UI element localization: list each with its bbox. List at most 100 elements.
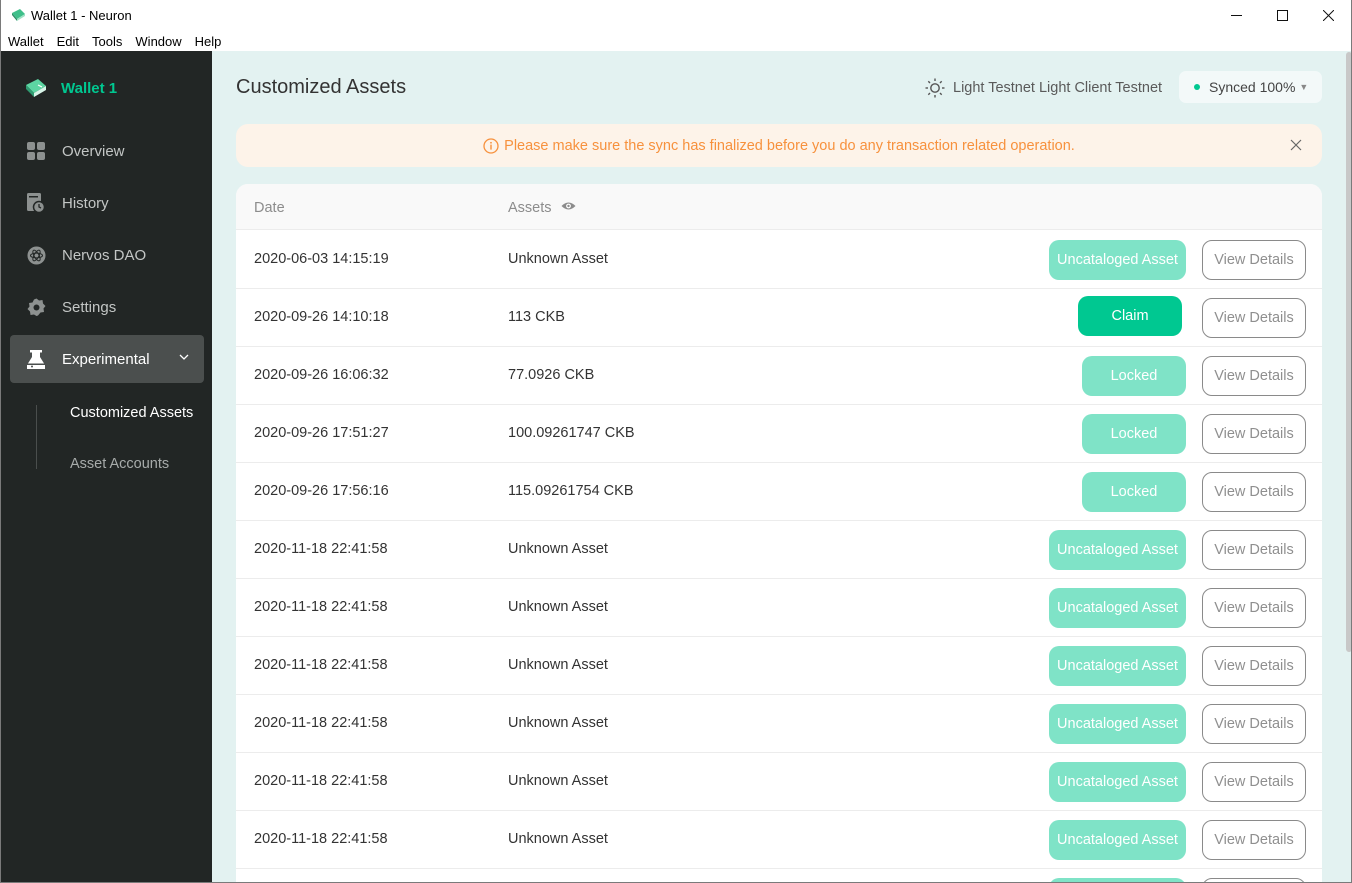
table-row: 2020-11-18 22:41:58 Unknown Asset Uncatalo… bbox=[236, 695, 1322, 753]
sidebar-subitem-asset-accounts[interactable]: Asset Accounts bbox=[70, 456, 169, 472]
cell-asset: Unknown Asset bbox=[508, 715, 608, 731]
cell-asset: Unknown Asset bbox=[508, 831, 608, 847]
sidebar-item-label: Settings bbox=[62, 298, 117, 316]
uncataloged-asset-button[interactable]: Uncataloged Asset bbox=[1049, 762, 1186, 802]
cell-asset: 113 CKB bbox=[508, 309, 565, 325]
chevron-down-icon bbox=[179, 354, 189, 360]
page-title: Customized Assets bbox=[236, 76, 407, 98]
network-indicator[interactable]: Light Testnet Light Client Testnet bbox=[925, 78, 1162, 98]
uncataloged-asset-button[interactable]: Uncataloged Asset bbox=[1049, 240, 1186, 280]
claim-button[interactable]: Claim bbox=[1078, 296, 1182, 336]
cell-date: 2020-11-18 22:41:58 bbox=[254, 657, 388, 673]
sync-status-dropdown[interactable]: Synced 100% ▼ bbox=[1179, 71, 1322, 103]
cell-asset: Unknown Asset bbox=[508, 251, 608, 267]
view-details-button[interactable]: View Details bbox=[1202, 414, 1306, 454]
cell-date: 2020-11-18 22:41:58 bbox=[254, 773, 388, 789]
sidebar-item-history[interactable]: History bbox=[10, 179, 204, 227]
view-details-button[interactable]: View Details bbox=[1202, 298, 1306, 338]
menu-bar: Wallet Edit Tools Window Help bbox=[1, 31, 1351, 51]
window-title: Wallet 1 - Neuron bbox=[31, 8, 132, 23]
sun-icon bbox=[925, 78, 945, 98]
cell-asset: 115.09261754 CKB bbox=[508, 483, 634, 499]
minimize-icon bbox=[1230, 15, 1242, 16]
caret-down-icon: ▼ bbox=[1299, 82, 1309, 92]
menu-edit[interactable]: Edit bbox=[57, 34, 79, 49]
view-details-button[interactable]: View Details bbox=[1202, 762, 1306, 802]
table-row: 2020-09-26 17:51:27 100.09261747 CKB Locke… bbox=[236, 405, 1322, 463]
locked-status-button[interactable]: Locked bbox=[1082, 356, 1186, 396]
assets-table: Date Assets 2020-06-03 14:15:19 Unknown A… bbox=[236, 184, 1322, 882]
table-header: Date Assets bbox=[236, 184, 1322, 230]
sidebar: Wallet 1 Overview History Nervos DAO Set… bbox=[1, 51, 212, 882]
grid-icon bbox=[26, 141, 46, 161]
wallet-logo-icon bbox=[26, 79, 46, 97]
view-details-button[interactable]: View Details bbox=[1202, 646, 1306, 686]
uncataloged-asset-button[interactable]: Uncataloged Asset bbox=[1049, 820, 1186, 860]
uncataloged-asset-button[interactable]: Uncataloged Asset bbox=[1049, 646, 1186, 686]
eye-icon[interactable] bbox=[561, 201, 576, 211]
view-details-button[interactable]: View Details bbox=[1202, 472, 1306, 512]
cell-asset: Unknown Asset bbox=[508, 541, 608, 557]
history-icon bbox=[26, 193, 46, 213]
locked-status-button[interactable]: Locked bbox=[1082, 414, 1186, 454]
view-details-button[interactable]: View Details bbox=[1202, 530, 1306, 570]
main-content: Customized Assets Light Testnet Light Cl… bbox=[212, 51, 1340, 882]
view-details-button[interactable]: View Details bbox=[1202, 356, 1306, 396]
view-details-button[interactable]: View Details bbox=[1202, 704, 1306, 744]
sidebar-item-nervos-dao[interactable]: Nervos DAO bbox=[10, 231, 204, 279]
menu-tools[interactable]: Tools bbox=[92, 34, 122, 49]
sidebar-subitem-customized-assets[interactable]: Customized Assets bbox=[70, 405, 193, 421]
close-icon bbox=[1322, 10, 1334, 21]
view-details-button[interactable]: View Details bbox=[1202, 588, 1306, 628]
sidebar-item-experimental[interactable]: Experimental bbox=[10, 335, 204, 383]
scrollbar-thumb[interactable] bbox=[1346, 52, 1351, 652]
table-row: 2020-09-26 16:06:32 77.0926 CKB Locked View… bbox=[236, 347, 1322, 405]
title-bar: Wallet 1 - Neuron bbox=[1, 0, 1351, 31]
minimize-button[interactable] bbox=[1213, 0, 1259, 31]
close-window-button[interactable] bbox=[1305, 0, 1351, 31]
table-row: 2020-09-26 14:10:18 113 CKB Claim View Deta… bbox=[236, 289, 1322, 347]
table-row: 2020-06-03 14:15:19 Unknown Asset Uncatalo… bbox=[236, 231, 1322, 289]
sync-status-dot bbox=[1194, 84, 1200, 90]
table-row: 2020-11-18 22:41:58 Unknown Asset Uncatalo… bbox=[236, 579, 1322, 637]
neuron-logo-icon bbox=[12, 9, 25, 21]
cell-asset: Unknown Asset bbox=[508, 657, 608, 673]
table-row: 2020-11-18 22:41:58 Unknown Asset Uncatalo… bbox=[236, 637, 1322, 695]
menu-window[interactable]: Window bbox=[135, 34, 181, 49]
atom-icon bbox=[26, 245, 46, 265]
app-window: Wallet 1 - Neuron Wallet Edit Tools Wind… bbox=[0, 0, 1352, 883]
menu-help[interactable]: Help bbox=[195, 34, 222, 49]
sidebar-item-label: Nervos DAO bbox=[62, 246, 147, 264]
cell-date: 2020-11-18 22:41:58 bbox=[254, 831, 388, 847]
network-name: Light Testnet Light Client Testnet bbox=[953, 80, 1163, 96]
sidebar-item-settings[interactable]: Settings bbox=[10, 283, 204, 331]
info-icon bbox=[483, 137, 499, 154]
table-row: Uncataloged Asset View Details bbox=[236, 869, 1322, 882]
table-row: 2020-11-18 22:41:58 Unknown Asset Uncatalo… bbox=[236, 521, 1322, 579]
sync-warning-banner: Please make sure the sync has finalized … bbox=[236, 124, 1322, 167]
maximize-button[interactable] bbox=[1259, 0, 1305, 31]
sidebar-item-overview[interactable]: Overview bbox=[10, 127, 204, 175]
menu-wallet[interactable]: Wallet bbox=[8, 34, 44, 49]
view-details-button[interactable]: View Details bbox=[1202, 878, 1306, 882]
uncataloged-asset-button[interactable]: Uncataloged Asset bbox=[1049, 878, 1186, 882]
cell-asset: Unknown Asset bbox=[508, 773, 608, 789]
cell-date: 2020-09-26 16:06:32 bbox=[254, 367, 389, 383]
wallet-name: Wallet 1 bbox=[61, 79, 118, 97]
cell-date: 2020-06-03 14:15:19 bbox=[254, 251, 389, 267]
uncataloged-asset-button[interactable]: Uncataloged Asset bbox=[1049, 704, 1186, 744]
cell-date: 2020-11-18 22:41:58 bbox=[254, 599, 388, 615]
maximize-icon bbox=[1276, 10, 1288, 21]
column-header-date: Date bbox=[254, 200, 285, 216]
locked-status-button[interactable]: Locked bbox=[1082, 472, 1186, 512]
view-details-button[interactable]: View Details bbox=[1202, 820, 1306, 860]
cell-date: 2020-09-26 14:10:18 bbox=[254, 309, 389, 325]
cell-asset: Unknown Asset bbox=[508, 599, 608, 615]
cell-asset: 77.0926 CKB bbox=[508, 367, 595, 383]
dismiss-notice-icon[interactable] bbox=[1289, 138, 1303, 152]
uncataloged-asset-button[interactable]: Uncataloged Asset bbox=[1049, 530, 1186, 570]
uncataloged-asset-button[interactable]: Uncataloged Asset bbox=[1049, 588, 1186, 628]
cell-date: 2020-11-18 22:41:58 bbox=[254, 715, 388, 731]
view-details-button[interactable]: View Details bbox=[1202, 240, 1306, 280]
wallet-header[interactable]: Wallet 1 bbox=[25, 78, 117, 98]
